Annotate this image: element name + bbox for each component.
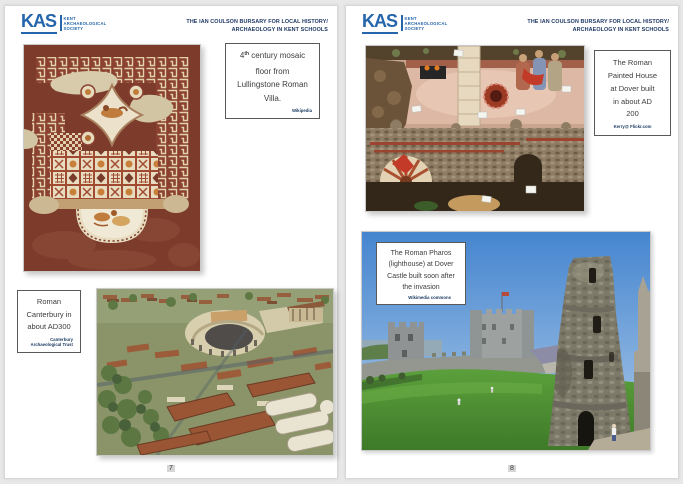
caption-line: 4th century mosaic	[239, 51, 306, 61]
caption-line: floor from	[255, 66, 290, 76]
caption-attribution: Kerry@ Flickr.com	[613, 124, 652, 130]
document-header: THE IAN COULSON BURSARY FOR LOCAL HISTOR…	[499, 19, 669, 34]
document-header: THE IAN COULSON BURSARY FOR LOCAL HISTOR…	[158, 19, 328, 34]
kas-logo-acronym: KAS	[21, 12, 57, 34]
caption-line: at Dover built	[610, 83, 655, 93]
roman-canterbury-image[interactable]	[96, 288, 334, 456]
caption-attribution: Wikimedia commons	[408, 294, 451, 300]
caption-line: (lighthouse) at Dover	[388, 261, 454, 269]
kas-logo-divider	[401, 15, 403, 31]
caption-line: Painted House	[607, 71, 658, 80]
kas-logo: KAS KENT ARCHAEOLOGICAL SOCIETY	[362, 12, 447, 34]
kas-logo: KAS KENT ARCHAEOLOGICAL SOCIETY	[21, 12, 106, 34]
kas-org-line: SOCIETY	[63, 26, 84, 32]
page-number-7: 7	[167, 465, 175, 472]
caption-line: Castle built soon after	[387, 272, 455, 280]
roman-painted-house-image[interactable]	[365, 45, 585, 212]
caption-line: Lullingstone Roman	[237, 80, 308, 90]
kas-logo-divider	[60, 15, 62, 31]
caption-lullingstone-mosaic[interactable]: 4th century mosaic floor from Lullingsto…	[225, 43, 320, 119]
caption-roman-pharos[interactable]: The Roman Pharos (lighthouse) at Dover C…	[376, 242, 466, 305]
kas-logo-org-name: KENT ARCHAEOLOGICAL SOCIETY	[405, 16, 448, 32]
caption-line: 200	[626, 109, 639, 119]
page-8: KAS KENT ARCHAEOLOGICAL SOCIETY THE IAN …	[345, 5, 679, 479]
caption-roman-painted-house[interactable]: The Roman Painted House at Dover built i…	[594, 50, 671, 136]
page-number-8: 8	[508, 465, 516, 472]
header-line-2: ARCHAEOLOGY IN KENT SCHOOLS	[231, 26, 328, 33]
header-line-1: THE IAN COULSON BURSARY FOR LOCAL HISTOR…	[527, 19, 669, 25]
kas-logo-org-name: KENT ARCHAEOLOGICAL SOCIETY	[64, 16, 107, 32]
caption-line: about AD300	[27, 322, 71, 332]
caption-roman-canterbury[interactable]: Roman Canterbury in about AD300 Canterbu…	[17, 290, 81, 353]
header-line-1: THE IAN COULSON BURSARY FOR LOCAL HISTOR…	[186, 19, 328, 25]
caption-line: Canterbury in	[26, 309, 72, 319]
kas-org-line: SOCIETY	[404, 26, 425, 32]
caption-line: The Roman	[612, 58, 653, 68]
caption-line: Villa.	[263, 93, 282, 103]
caption-attribution: Canterbury Archaeological Trust	[30, 336, 73, 348]
lullingstone-mosaic-image[interactable]	[23, 44, 201, 272]
caption-line: in about AD	[613, 96, 652, 106]
caption-line: Roman	[36, 297, 62, 307]
caption-attribution: Wikipedia	[291, 108, 312, 114]
header-line-2: ARCHAEOLOGY IN KENT SCHOOLS	[572, 26, 669, 33]
kas-logo-acronym: KAS	[362, 12, 398, 34]
caption-line: the invasion	[402, 284, 440, 292]
page-7: KAS KENT ARCHAEOLOGICAL SOCIETY THE IAN …	[4, 5, 338, 479]
caption-line: The Roman Pharos	[390, 249, 452, 257]
